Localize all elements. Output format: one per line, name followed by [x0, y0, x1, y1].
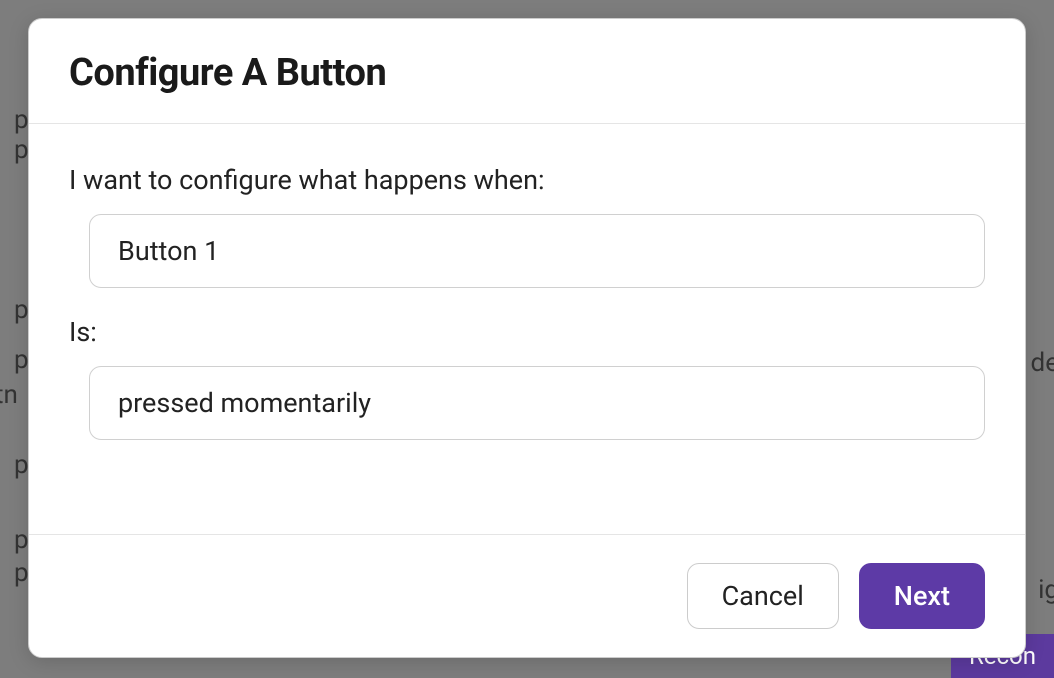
modal-header: Configure A Button: [29, 19, 1025, 124]
background-text-fragment: p: [14, 450, 29, 480]
background-text-fragment: p: [14, 105, 29, 135]
background-text-fragment: p: [14, 135, 29, 165]
cancel-button[interactable]: Cancel: [687, 563, 839, 629]
background-text-fragment: p: [14, 345, 29, 375]
background-text-fragment: ig: [1038, 575, 1054, 605]
button-select-label: I want to configure what happens when:: [69, 164, 985, 196]
background-text-fragment: p: [14, 295, 29, 325]
action-select-label: Is:: [69, 316, 985, 348]
modal-body: I want to configure what happens when: B…: [29, 124, 1025, 534]
next-button[interactable]: Next: [859, 563, 985, 629]
configure-button-modal: Configure A Button I want to configure w…: [28, 18, 1026, 658]
background-text-fragment: p: [14, 525, 29, 555]
modal-footer: Cancel Next: [29, 534, 1025, 657]
background-text-fragment: tn: [0, 380, 18, 410]
action-select[interactable]: pressed momentarily: [89, 366, 985, 440]
background-text-fragment: de: [1031, 348, 1054, 378]
modal-title: Configure A Button: [69, 51, 985, 95]
background-text-fragment: p: [14, 558, 29, 588]
button-select[interactable]: Button 1: [89, 214, 985, 288]
